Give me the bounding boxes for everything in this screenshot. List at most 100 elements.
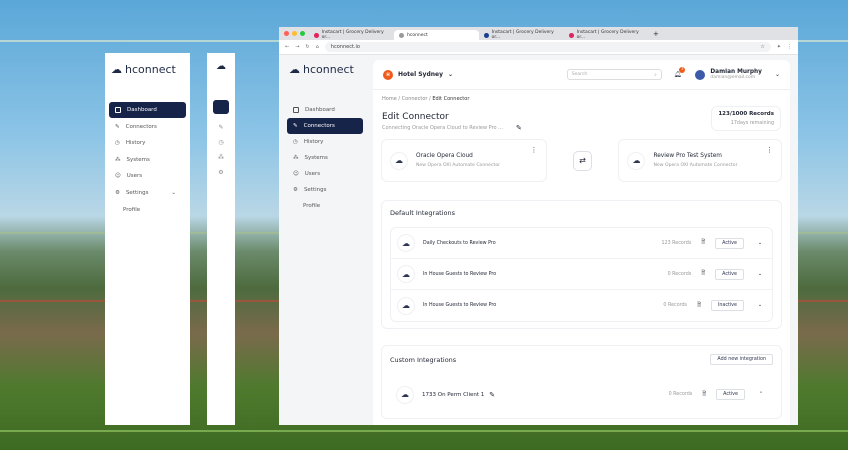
sidebar-item-settings[interactable]: ⚙ Settings — [287, 182, 363, 198]
sidebar-item-history[interactable]: ◷ History — [287, 134, 363, 150]
logo-text: hconnect — [303, 63, 354, 76]
home-icon[interactable]: ⌂ — [316, 44, 319, 50]
main-content: H Hotel Sydney ⌄ Search ⌕ 🔔︎ 3 Damian Murphy… — [373, 60, 790, 425]
search-icon[interactable]: ⌕ — [654, 72, 657, 78]
paypal-icon — [484, 32, 489, 38]
integration-row[interactable]: ☁ 1733 On Perm Client 1 ✎ 0 Records 🗎 Active ⌃ — [390, 379, 773, 410]
avatar — [695, 69, 706, 80]
sidebar-item-history[interactable]: ◷ History — [109, 135, 186, 151]
user-icon: ☺ — [115, 173, 121, 180]
file-icon[interactable]: 🗎 — [702, 391, 706, 399]
label: Users — [304, 171, 321, 177]
file-icon[interactable]: 🗎 — [701, 239, 705, 247]
integration-list: ☁ Daily Checkouts to Review Pro 123 Record… — [390, 227, 773, 322]
browser-tab-active[interactable]: hconnect — [394, 30, 479, 40]
file-icon[interactable]: 🗎 — [701, 270, 705, 278]
chevron-down-icon[interactable]: ⌄ — [758, 303, 762, 308]
status-button[interactable]: Active — [715, 268, 744, 280]
target-connector-card[interactable]: ☁ Review Pro Test System New Opera OXI Aut… — [618, 139, 782, 182]
extension-icon[interactable]: ✦ — [777, 44, 781, 50]
sidebar-item-connectors[interactable]: ✎ Connectors — [287, 118, 363, 134]
cloud-icon: ☁ — [396, 385, 414, 404]
label: Dashboard — [305, 107, 335, 113]
integration-row[interactable]: ☁ Daily Checkouts to Review Pro 123 Record… — [391, 228, 772, 259]
connector-name: Review Pro Test System — [653, 153, 722, 159]
tab-label: hconnect — [407, 32, 428, 38]
plug-icon: ✎ — [115, 123, 120, 130]
sidebar-item-dashboard[interactable]: Dashboard — [109, 102, 186, 118]
star-icon[interactable]: ☆ — [760, 44, 764, 50]
file-icon[interactable]: 🗎 — [697, 302, 701, 310]
status-button[interactable]: Active — [715, 237, 744, 249]
records: 0 Records — [667, 271, 692, 277]
chevron-down-icon[interactable]: ⌄ — [758, 272, 762, 277]
browser-tab[interactable]: Instacart | Grocery Delivery or... — [564, 30, 649, 40]
instacart-icon — [314, 32, 319, 38]
browser-window: Instacart | Grocery Delivery or... hconn… — [279, 27, 798, 425]
edit-icon[interactable]: ✎ — [516, 124, 522, 132]
records-count: 123/1000 Records — [718, 111, 774, 117]
default-integrations: Default Integrations ☁ Daily Checkouts to… — [381, 200, 782, 329]
integration-row[interactable]: ☁ In House Guests to Review Pro 0 Records 🗎… — [391, 290, 772, 321]
cloud-icon: ☁ — [216, 61, 226, 72]
sidebar-item-connectors[interactable]: ✎ Connectors — [109, 119, 186, 135]
header: H Hotel Sydney ⌄ Search ⌕ 🔔︎ 3 Damian Murphy… — [373, 60, 790, 90]
systems-icon: ⁂ — [115, 156, 121, 163]
sidebar-item-systems[interactable]: ⁂ Systems — [109, 152, 186, 168]
reload-icon[interactable]: ↻ — [305, 44, 309, 50]
source-connector-card[interactable]: ☁ Oracle Opera Cloud New Opera OXI Automat… — [381, 139, 547, 182]
menu-icon[interactable]: ⋮ — [787, 44, 792, 50]
search-input[interactable]: Search ⌕ — [566, 69, 662, 80]
cloud-icon: ☁ — [397, 234, 415, 252]
user-email: damian@email.com — [710, 75, 756, 80]
sidebar-item-systems[interactable]: ⁂ Systems — [287, 150, 363, 166]
systems-icon: ⁂ — [293, 155, 299, 161]
more-icon[interactable]: ⋮ — [531, 146, 538, 154]
status-button[interactable]: Active — [716, 389, 745, 400]
notification-bell[interactable]: 🔔︎ 3 — [674, 67, 686, 78]
section-title: Custom Integrations — [390, 355, 457, 364]
close-dot[interactable] — [284, 31, 289, 36]
notification-badge: 3 — [679, 67, 686, 73]
breadcrumb: Home / Connector / Edit Connector — [382, 96, 470, 102]
hotel-selector[interactable]: H Hotel Sydney ⌄ — [383, 69, 453, 80]
status-button[interactable]: Inactive — [710, 300, 744, 311]
sidebar-item-dashboard[interactable]: Dashboard — [287, 102, 363, 118]
hotel-avatar: H — [383, 69, 393, 80]
cloud-icon: ☁ — [390, 151, 408, 170]
sidebar-item-settings[interactable]: ⚙ Settings ⌄ — [109, 185, 186, 201]
add-integration-button[interactable]: Add new integration — [710, 354, 773, 365]
new-tab-icon[interactable]: + — [649, 30, 663, 40]
connector-desc: New Opera OXI Automate Connector — [653, 163, 738, 168]
browser-tab[interactable]: Instacart | Grocery Delivery or... — [479, 30, 564, 40]
integration-row[interactable]: ☁ In House Guests to Review Pro 0 Records 🗎… — [391, 259, 772, 290]
sidebar-item-profile[interactable]: Profile — [287, 198, 363, 214]
sidebar-item-users[interactable]: ☺ Users — [287, 166, 363, 182]
maximize-dot[interactable] — [300, 31, 305, 36]
forward-icon[interactable]: → — [295, 44, 299, 50]
chevron-up-icon[interactable]: ⌃ — [759, 392, 763, 397]
integration-name: Daily Checkouts to Review Pro — [423, 240, 496, 246]
label: Settings — [303, 187, 327, 193]
sidebar-item-users[interactable]: ☺ Users — [109, 168, 186, 184]
more-icon[interactable]: ⋮ — [766, 146, 773, 154]
minimize-dot[interactable] — [292, 31, 297, 36]
url-input[interactable]: hconnect.io ☆ — [324, 42, 771, 52]
days-remaining: 17days remaining — [730, 121, 774, 126]
sidebar-item-profile[interactable]: Profile — [109, 202, 186, 218]
user-menu[interactable]: Damian Murphy damian@email.com ⌄ — [695, 69, 780, 80]
plug-icon: ✎ — [293, 123, 298, 129]
chevron-down-icon: ⌄ — [774, 71, 780, 78]
browser-tab[interactable]: Instacart | Grocery Delivery or... — [309, 30, 394, 40]
sidebar-collapsed: ☁ ✎ ◷ ⁂ ⚙ — [207, 53, 235, 425]
chevron-down-icon[interactable]: ⌄ — [758, 241, 762, 246]
back-icon[interactable]: ← — [285, 44, 289, 50]
integration-name: In House Guests to Review Pro — [423, 303, 497, 308]
label: Profile — [123, 206, 141, 213]
edit-icon[interactable]: ✎ — [489, 391, 495, 399]
dashboard-icon[interactable] — [213, 100, 229, 114]
glitch-line — [0, 430, 848, 432]
label: Connectors — [303, 123, 335, 129]
tab-label: Instacart | Grocery Delivery or... — [491, 30, 554, 40]
collapsed-icons[interactable]: ✎ ◷ ⁂ ⚙ — [207, 120, 235, 180]
